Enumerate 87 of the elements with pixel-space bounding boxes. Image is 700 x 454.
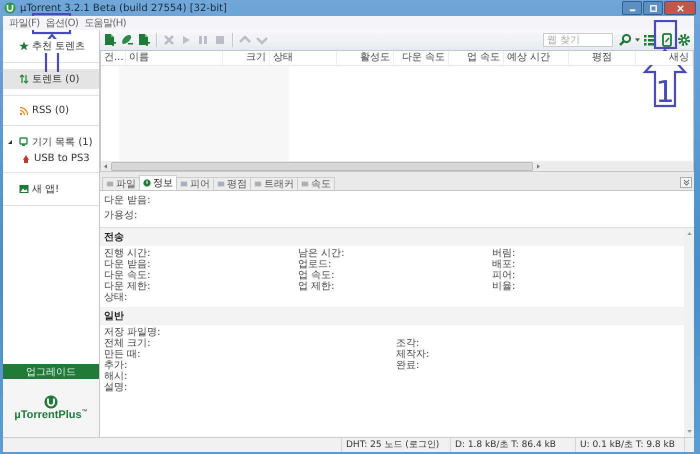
menu-item[interactable]: 옵션(O) xyxy=(44,16,80,30)
field-label: 남은 시간: xyxy=(298,248,346,259)
scroll-right-icon[interactable] xyxy=(537,164,540,168)
tablet-icon[interactable] xyxy=(660,33,674,47)
tab-icon xyxy=(106,180,114,188)
column-header[interactable]: 활성도 xyxy=(337,51,394,65)
tab-icon xyxy=(180,180,188,188)
status-text: DHT: 25 노드 (로그인) xyxy=(342,438,451,452)
close-icon xyxy=(676,4,684,12)
status-text: U: 0.1 kB/초 T: 9.8 kB xyxy=(576,438,685,452)
picture-icon xyxy=(19,184,29,194)
field-label: 진행 시간: xyxy=(104,248,152,259)
tab[interactable]: 피어 xyxy=(176,177,214,190)
tab-icon xyxy=(254,180,262,188)
field-label: 다운 제한: xyxy=(104,281,152,292)
minimize-button[interactable] xyxy=(622,1,642,15)
field-label: 완료: xyxy=(396,360,420,371)
column-header[interactable]: 예상 시간 xyxy=(504,51,569,65)
field-label: 가용성: xyxy=(104,210,138,221)
list-icon[interactable] xyxy=(643,33,657,47)
tab[interactable]: 파일 xyxy=(102,177,140,190)
maximize-button[interactable] xyxy=(643,1,663,15)
field-label: 해시: xyxy=(104,371,128,382)
sidebar-item[interactable]: 새 앱! xyxy=(3,179,99,199)
sidebar-item[interactable]: 토렌트 (0) xyxy=(3,69,99,89)
field-label: 조각: xyxy=(396,338,420,349)
sidebar-item[interactable]: USB to PS3 xyxy=(3,152,99,166)
info-icon xyxy=(143,179,151,187)
tab-icon xyxy=(301,180,309,188)
rss-icon xyxy=(19,106,29,116)
column-header[interactable]: 업 속도 xyxy=(449,51,504,65)
field-label: 비율: xyxy=(492,281,516,292)
column-header[interactable]: 상태 xyxy=(270,51,337,65)
field-label: 업 제한: xyxy=(298,281,336,292)
arrows-icon xyxy=(19,74,29,84)
sidebar-item[interactable]: 추천 토렌츠 xyxy=(3,36,99,56)
star-icon xyxy=(19,41,29,51)
field-label: 다운 받음: xyxy=(104,259,152,270)
field-label: 전체 크기: xyxy=(104,338,152,349)
status-text: D: 1.8 kB/초 T: 86.4 kB xyxy=(451,438,576,452)
sidebar-item[interactable]: 기기 목록 (1) xyxy=(3,132,99,152)
settings-icon[interactable] xyxy=(677,33,691,47)
device-icon xyxy=(19,137,29,147)
tab[interactable]: 속도 xyxy=(297,177,335,190)
document-plus-icon[interactable] xyxy=(103,33,117,47)
tab-icon xyxy=(217,180,225,188)
field-label: 업로드: xyxy=(298,259,332,270)
window-title: µTorrent 3.2.1 Beta (build 27554) [32-bit] xyxy=(20,2,227,14)
scroll-left-icon[interactable] xyxy=(104,164,107,168)
app-logo-icon xyxy=(4,2,16,14)
tab[interactable]: 평점 xyxy=(213,177,251,190)
sidebar-item[interactable]: RSS (0) xyxy=(3,102,99,119)
device-icon xyxy=(21,154,31,164)
document-plus-icon[interactable] xyxy=(137,33,151,47)
column-header[interactable]: 이름 xyxy=(126,51,223,65)
section-title: 일반 xyxy=(104,311,124,322)
field-label: 다운 속도: xyxy=(104,270,152,281)
field-label: 버림: xyxy=(492,248,516,259)
field-label: 배포: xyxy=(492,259,516,270)
field-label: 다운 받음: xyxy=(104,195,152,206)
menu-item[interactable]: 파일(F) xyxy=(7,16,42,30)
field-label: 저장 파일명: xyxy=(104,327,162,338)
close-button[interactable] xyxy=(664,1,696,15)
tab[interactable]: 트래커 xyxy=(250,177,298,190)
utorrent-logo-icon xyxy=(44,395,58,409)
field-label: 업 속도: xyxy=(298,270,336,281)
horizontal-scrollbar[interactable] xyxy=(101,161,693,171)
search-icon[interactable] xyxy=(618,33,632,47)
collapse-button[interactable] xyxy=(680,177,692,188)
caret-icon[interactable] xyxy=(635,38,640,42)
column-header[interactable]: 다운 속도 xyxy=(394,51,449,65)
column-header[interactable]: 크기 xyxy=(223,51,270,65)
field-label: 피어: xyxy=(492,270,516,281)
upgrade-button[interactable]: 업그레이드 xyxy=(3,364,99,379)
field-label: 제작자: xyxy=(396,349,430,360)
field-label: 추가: xyxy=(104,360,128,371)
search-field[interactable]: 웹 찾기 xyxy=(543,33,613,47)
expanded-icon[interactable] xyxy=(7,139,13,145)
field-label: 설명: xyxy=(104,382,128,393)
menu-item[interactable]: 도움말(H) xyxy=(82,16,128,30)
column-header[interactable]: 건... xyxy=(101,51,126,65)
field-label: 상태: xyxy=(104,292,128,303)
product-logo: µTorrentPlus$^{™}$ xyxy=(14,409,88,421)
maximize-icon xyxy=(648,4,658,12)
tab[interactable]: 정보 xyxy=(139,175,177,190)
section-title: 전송 xyxy=(104,232,124,243)
field-label: 만든 때: xyxy=(104,349,142,360)
